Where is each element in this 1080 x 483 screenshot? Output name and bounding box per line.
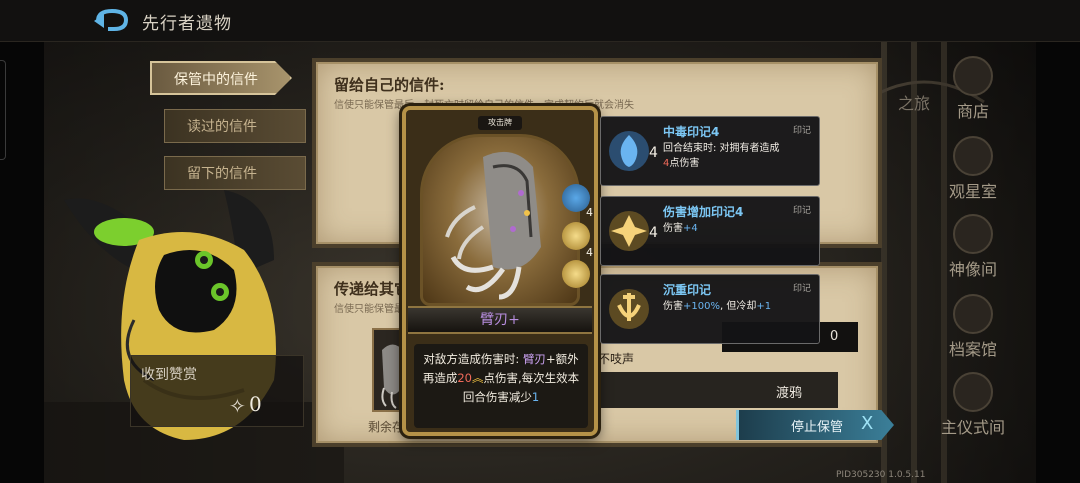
archive-icon <box>953 294 993 334</box>
desc-card-ref: 臂刃 <box>522 352 546 366</box>
tab-kept-letters[interactable]: 保管中的信件 <box>150 61 292 95</box>
side-item-ritual[interactable]: 主仪式间 <box>910 372 1036 438</box>
mark-stack-count: 4 <box>649 225 658 241</box>
mark-tag: 印记 <box>792 284 811 294</box>
mark-description: 回合结束时: 对拥有者造成 4点伤害 <box>663 141 813 171</box>
arm-blade-art <box>445 151 541 300</box>
mark-title: 沉重印记 <box>663 283 712 297</box>
top-bar: 先行者遗物 <box>0 0 1080 42</box>
silent-status-text: 不吱声 <box>598 352 635 366</box>
mark-description: 伤害+100%, 但冷却+1 <box>663 299 813 314</box>
recipient-name: 渡鸦 <box>776 386 803 401</box>
mark-tooltip-heavy: 沉重印记 印记 伤害+100%, 但冷却+1 <box>600 274 820 344</box>
shop-icon <box>953 56 993 96</box>
reward-panel: 收到赞赏 ✧ 0 <box>130 355 304 427</box>
mark-body-text: 回合结束时: 对拥有者造成 <box>663 143 780 154</box>
mark-body-value: +4 <box>683 223 698 234</box>
poison-mark-icon <box>609 131 649 171</box>
stop-keeping-label: 停止保管 <box>791 420 844 435</box>
reward-label: 收到赞赏 <box>141 367 197 383</box>
pass-letter-title: 传递给其它 <box>334 280 410 298</box>
mark-tag: 印记 <box>792 206 811 216</box>
back-arrow-icon[interactable] <box>92 8 132 34</box>
desc-text: 点伤害, <box>483 371 522 385</box>
side-menu: 之旅 商店 观星室 神像间 档案馆 主仪式间 <box>898 42 1036 462</box>
desc-damage-value: 20 <box>457 371 472 385</box>
side-item-label: 商店 <box>956 102 989 121</box>
tab-label: 保管中的信件 <box>174 72 258 88</box>
remaining-storage-label: 剩余存 <box>368 420 405 434</box>
side-item-label: 观星室 <box>948 182 997 201</box>
page-title: 先行者遗物 <box>142 14 232 34</box>
self-letter-title: 留给自己的信件: <box>334 76 445 94</box>
side-item-statue[interactable]: 神像间 <box>910 214 1036 280</box>
tab-label: 留下的信件 <box>187 166 257 182</box>
heavy-mark-icon <box>609 289 649 329</box>
side-item-archive[interactable]: 档案馆 <box>910 294 1036 360</box>
close-x-icon: X <box>861 413 874 434</box>
side-item-shop[interactable]: 商店 <box>910 56 1036 122</box>
screen-edge-left <box>0 0 44 483</box>
letter-count-value: 0 <box>830 329 839 344</box>
mark-description: 伤害+4 <box>663 221 813 236</box>
card-type-label: 攻击牌 <box>478 116 522 130</box>
mark-body-text: 点伤害 <box>669 158 700 169</box>
side-item-label: 主仪式间 <box>940 418 1005 437</box>
side-item-label: 神像间 <box>948 260 997 279</box>
mark-count: 4 <box>586 246 593 259</box>
mark-tooltip-poison: 4 中毒印记4 印记 回合结束时: 对拥有者造成 4点伤害 <box>600 116 820 186</box>
mark-body-value: +1 <box>756 301 772 312</box>
side-item-label: 档案馆 <box>948 340 997 359</box>
mark-title: 伤害增加印记4 <box>663 205 744 219</box>
mark-stack-count: 4 <box>649 145 658 161</box>
side-item-observatory[interactable]: 观星室 <box>910 136 1036 202</box>
feather-icon: ✧ <box>229 394 246 418</box>
mark-tooltip-damage: 4 伤害增加印记4 印记 伤害+4 <box>600 196 820 266</box>
recipient-row: 渡鸦 <box>598 372 838 408</box>
reward-value: 0 <box>249 392 262 416</box>
ritual-icon <box>953 372 993 412</box>
attack-card[interactable]: 攻击牌 4 4 臂刃+ 对敌方造成伤害时: 臂刃+额外再造成20︽点伤害,每次生… <box>402 106 598 436</box>
tab-label: 读过的信件 <box>187 119 257 135</box>
mark-tag: 印记 <box>792 126 811 136</box>
mark-body-text: 伤害 <box>663 301 683 312</box>
pass-letter-subtitle: 信使只能保管最 <box>334 304 404 315</box>
raven-messenger-illustration <box>64 190 277 440</box>
observatory-icon <box>953 136 993 176</box>
screen-notch <box>0 60 6 160</box>
statue-icon <box>953 214 993 254</box>
damage-mark-icon <box>609 211 649 251</box>
tab-read-letters[interactable]: 读过的信件 <box>164 109 306 143</box>
mark-body-text: , 但冷却 <box>719 301 757 312</box>
mark-body-text: 伤害 <box>663 223 683 234</box>
version-text: PID305230 1.0.5.11 <box>836 470 926 480</box>
heavy-mark-icon <box>562 260 590 288</box>
desc-text: 对敌方造成伤害时: <box>423 352 523 366</box>
chevron-up-icon: ︽ <box>471 371 484 385</box>
desc-reduce-value: 1 <box>531 390 540 404</box>
tab-left-letters[interactable]: 留下的信件 <box>164 156 306 190</box>
stop-keeping-button[interactable]: 停止保管 X <box>736 410 894 440</box>
mark-count: 4 <box>586 206 593 219</box>
screen-edge-right <box>1036 0 1080 483</box>
mark-title: 中毒印记4 <box>663 125 720 139</box>
card-name-bar: 臂刃+ <box>408 306 592 334</box>
card-description: 对敌方造成伤害时: 臂刃+额外再造成20︽点伤害,每次生效本回合伤害减少1 <box>414 344 588 428</box>
mark-body-value: +100% <box>683 301 720 312</box>
card-name: 臂刃+ <box>480 312 520 328</box>
card-art <box>420 134 580 306</box>
